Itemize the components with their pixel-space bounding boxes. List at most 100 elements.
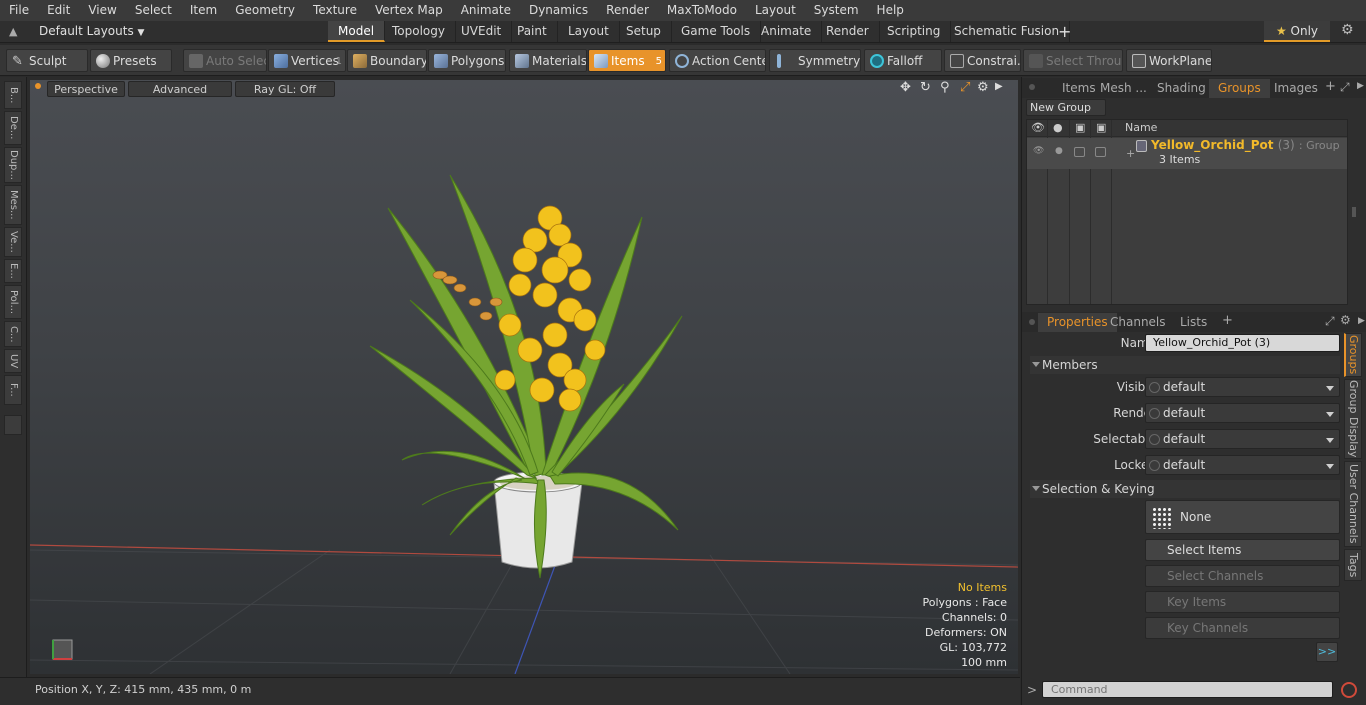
left-tab-curve[interactable]: C...: [4, 321, 22, 347]
locked-dropdown[interactable]: default: [1145, 455, 1340, 475]
action-center-button[interactable]: Action Center: [669, 49, 766, 72]
viewport-expand-icon[interactable]: ▶: [995, 81, 1003, 92]
tab-uvedit[interactable]: UVEdit: [451, 21, 513, 42]
polygons-button[interactable]: Polygons: [428, 49, 506, 72]
constraints-button[interactable]: Constrai...: [944, 49, 1021, 72]
gear-icon[interactable]: ⚙: [1341, 22, 1354, 38]
tab-animate[interactable]: Animate: [751, 21, 823, 42]
menu-layout[interactable]: Layout: [746, 0, 805, 21]
menu-render[interactable]: Render: [597, 0, 658, 21]
tab-shading[interactable]: Shading: [1148, 79, 1215, 98]
panel-menu-icon[interactable]: ▶: [1358, 316, 1365, 326]
render-dropdown[interactable]: default: [1145, 403, 1340, 423]
row-eye-icon[interactable]: 👁: [1033, 146, 1044, 156]
name-field[interactable]: Yellow_Orchid_Pot (3): [1145, 334, 1340, 352]
tab-schematic-fusion[interactable]: Schematic Fusion: [944, 21, 1071, 42]
vtab-user-channels[interactable]: User Channels: [1344, 461, 1362, 547]
record-icon[interactable]: [1341, 682, 1357, 698]
select-channels-button[interactable]: Select Channels: [1145, 565, 1340, 587]
tab-channels[interactable]: Channels: [1101, 313, 1175, 332]
menu-texture[interactable]: Texture: [304, 0, 366, 21]
menu-system[interactable]: System: [805, 0, 868, 21]
tab-layout[interactable]: Layout: [558, 21, 620, 42]
menu-select[interactable]: Select: [126, 0, 181, 21]
left-tab-expand[interactable]: [4, 415, 22, 435]
none-button[interactable]: None: [1145, 500, 1340, 534]
visible-dropdown[interactable]: default: [1145, 377, 1340, 397]
selectable-dropdown[interactable]: default: [1145, 429, 1340, 449]
left-tab-polygon[interactable]: Pol...: [4, 285, 22, 319]
move-view-icon[interactable]: ✥: [900, 80, 911, 95]
select-items-button[interactable]: Select Items: [1145, 539, 1340, 561]
select-through-button[interactable]: Select Through: [1023, 49, 1123, 72]
menu-item[interactable]: Item: [181, 0, 226, 21]
rotate-view-icon[interactable]: ↻: [920, 80, 931, 95]
left-tab-basic[interactable]: B...: [4, 81, 22, 109]
items-button[interactable]: Items 5: [588, 49, 666, 72]
tab-lists[interactable]: Lists: [1171, 313, 1216, 332]
render-icon[interactable]: ●: [1053, 121, 1063, 134]
left-tab-fusion[interactable]: F...: [4, 375, 22, 405]
fit-view-icon[interactable]: ⤢: [960, 80, 970, 95]
panel-expand-icon[interactable]: ⤢: [1340, 80, 1350, 95]
eye-icon[interactable]: 👁: [1031, 121, 1045, 134]
workplane-button[interactable]: WorkPlane: [1126, 49, 1212, 72]
menu-vertex-map[interactable]: Vertex Map: [366, 0, 452, 21]
add-tab-icon[interactable]: +: [1058, 21, 1071, 42]
viewport-settings-icon[interactable]: ⚙: [977, 80, 989, 95]
default-layouts-dropdown[interactable]: Default Layouts ▼: [39, 21, 144, 44]
tab-groups[interactable]: Groups: [1209, 79, 1270, 98]
symmetry-button[interactable]: Symmetry: [769, 49, 861, 72]
tab-mesh[interactable]: Mesh ...: [1091, 79, 1156, 98]
tab-render[interactable]: Render: [816, 21, 880, 42]
add-panel-tab-icon[interactable]: +: [1325, 79, 1336, 94]
tab-model[interactable]: Model: [328, 21, 386, 42]
vertices-button[interactable]: Vertices 1: [268, 49, 346, 72]
lock-icon[interactable]: ▣: [1075, 121, 1085, 134]
vtab-group-display[interactable]: Group Display: [1344, 379, 1362, 459]
tab-topology[interactable]: Topology: [382, 21, 456, 42]
tab-images[interactable]: Images: [1265, 79, 1327, 98]
group-row[interactable]: 👁 ● + Yellow_Orchid_Pot (3) : Group 3 It…: [1027, 138, 1347, 169]
list-scrollbar[interactable]: [1352, 207, 1356, 217]
key-items-button[interactable]: Key Items: [1145, 591, 1340, 613]
more-button[interactable]: >>: [1316, 642, 1338, 662]
raygl-toggle[interactable]: Ray GL: Off: [235, 81, 335, 97]
left-tab-duplicate[interactable]: Dup...: [4, 147, 22, 183]
auto-select-button[interactable]: Auto Select: [183, 49, 267, 72]
left-tab-vertex[interactable]: Ve...: [4, 227, 22, 257]
members-section[interactable]: Members: [1030, 356, 1340, 374]
selection-keying-section[interactable]: Selection & Keying: [1030, 480, 1340, 498]
falloff-button[interactable]: Falloff: [864, 49, 942, 72]
menu-edit[interactable]: Edit: [38, 0, 79, 21]
layouts-expand-icon[interactable]: ▲: [9, 25, 17, 38]
tab-paint[interactable]: Paint: [507, 21, 558, 42]
menu-help[interactable]: Help: [868, 0, 913, 21]
zoom-view-icon[interactable]: ⚲: [940, 80, 950, 95]
name-column-header[interactable]: Name: [1125, 121, 1157, 134]
menu-dynamics[interactable]: Dynamics: [520, 0, 597, 21]
key-channels-button[interactable]: Key Channels: [1145, 617, 1340, 639]
tab-setup[interactable]: Setup: [616, 21, 672, 42]
left-tab-edge[interactable]: E...: [4, 259, 22, 283]
add-panel-tab-icon[interactable]: +: [1222, 313, 1233, 328]
select-icon[interactable]: ▣: [1096, 121, 1106, 134]
menu-file[interactable]: File: [0, 0, 38, 21]
viewport-3d[interactable]: Perspective Advanced Ray GL: Off ✥ ↻ ⚲ ⤢…: [30, 80, 1018, 674]
left-tab-uv[interactable]: UV: [4, 349, 22, 373]
menu-animate[interactable]: Animate: [452, 0, 520, 21]
materials-button[interactable]: Materials: [509, 49, 587, 72]
new-group-button[interactable]: New Group: [1026, 99, 1106, 116]
row-lock-box[interactable]: [1074, 147, 1085, 157]
vtab-groups[interactable]: Groups: [1344, 333, 1362, 377]
panel-expand-icon[interactable]: ⤢: [1325, 314, 1335, 329]
command-input[interactable]: [1042, 681, 1333, 698]
menu-view[interactable]: View: [79, 0, 125, 21]
left-tab-mesh[interactable]: Mes...: [4, 185, 22, 225]
menu-maxtomodo[interactable]: MaxToModo: [658, 0, 746, 21]
tab-scripting[interactable]: Scripting: [877, 21, 952, 42]
viewport-menu-dot[interactable]: [35, 83, 41, 89]
panel-settings-icon[interactable]: ⚙: [1340, 313, 1351, 327]
vtab-tags[interactable]: Tags: [1344, 549, 1362, 581]
boundary-button[interactable]: Boundary: [347, 49, 427, 72]
